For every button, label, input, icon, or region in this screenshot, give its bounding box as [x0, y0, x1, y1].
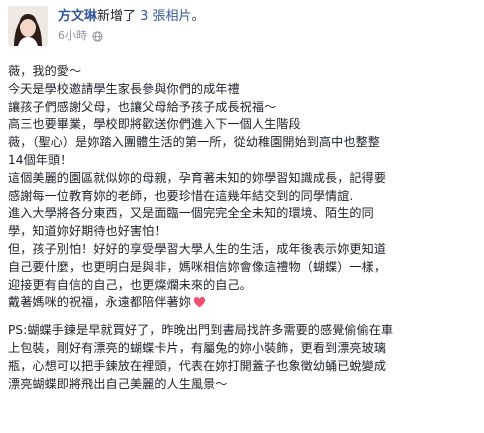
message-line: 今天是學校邀請學生家長參與你們的成年禮 — [8, 81, 240, 96]
globe-icon[interactable] — [92, 30, 103, 42]
author-name-link[interactable]: 方文琳 — [58, 9, 97, 24]
ps-line: 漂亮蝴蝶即將飛出自己美麗的人生風景～ — [8, 376, 228, 391]
post-message: 薇，我的愛～ 今天是學校邀請學生家長參與你們的成年禮 讓孩子們感謝父母，也讓父母… — [8, 63, 478, 314]
message-line: 進入大學將各分東西，又是面臨一個完完全全未知的環境、陌生的同 — [8, 206, 374, 221]
heart-icon — [193, 296, 206, 314]
message-line: 學，知道妳好期待也好害怕！ — [8, 224, 167, 239]
message-line: 薇，我的愛～ — [8, 64, 82, 78]
post-header: 方文琳新增了 3 張相片。 6小時 — [8, 6, 478, 48]
message-line: 高三也要畢業，學校即將歡送你們進入下一個人生階段 — [8, 117, 301, 132]
message-line: 感謝每一位教育妳的老師，也要珍惜在這幾年結交到的同學情誼. — [8, 188, 354, 203]
message-line: 自己要什麼，也更明白是與非，媽咪相信妳會像這禮物（蝴蝶）一樣， — [8, 259, 387, 274]
avatar-photo — [8, 6, 48, 46]
ps-line: 瓶，心想可以把手鍊放在裡頭，代表在妳打開蓋子也象徵幼蛹已蛻變成 — [8, 358, 387, 373]
post-body: 薇，我的愛～ 今天是學校邀請學生家長參與你們的成年禮 讓孩子們感謝父母，也讓父母… — [8, 63, 478, 393]
ps-line: 上包裝，剛好有漂亮的蝴蝶卡片，有屬兔的妳小裝飾，更看到漂亮玻璃 — [8, 340, 387, 355]
avatar[interactable] — [8, 6, 48, 46]
post-meta: 6小時 — [58, 28, 103, 44]
message-line: 薇，（聖心）是妳踏入團體生活的第一所，從幼稚園開始到高中也整整 — [8, 135, 380, 150]
post-action-end: 。 — [191, 9, 205, 24]
message-line-text: 戴著媽咪的祝福，永遠都陪伴著妳 — [8, 295, 191, 310]
message-line: 14個年頭！ — [8, 152, 73, 167]
message-line: 但，孩子別怕！好好的享受學習大學人生的生活，成年後表示妳更知道 — [8, 241, 387, 256]
post-ps: PS:蝴蝶手鍊是早就買好了，昨晚出門到書局找許多需要的感覺偷偷在車 上包裝，剛好… — [8, 322, 478, 393]
facebook-post: 方文琳新增了 3 張相片。 6小時 薇，我的愛～ 今天是學校邀請學生家長參與你們… — [0, 0, 484, 433]
ps-line: PS:蝴蝶手鍊是早就買好了，昨晚出門到書局找許多需要的感覺偷偷在車 — [8, 323, 394, 338]
post-action-text: 新增了 — [97, 9, 141, 24]
post-title-line: 方文琳新增了 3 張相片。 — [58, 8, 205, 26]
post-timestamp[interactable]: 6小時 — [58, 28, 87, 44]
photos-count-link[interactable]: 3 張相片 — [140, 9, 191, 24]
message-line: 迎接更有自信的自己，也更燦爛未來的自己。 — [8, 277, 252, 292]
message-line: 這個美麗的園區就似妳的母親，孕育著未知的妳學習知識成長，記得要 — [8, 170, 387, 185]
message-line-last: 戴著媽咪的祝福，永遠都陪伴著妳 — [8, 294, 478, 314]
message-line: 讓孩子們感謝父母，也讓父母給予孩子成長祝福～ — [8, 99, 277, 114]
